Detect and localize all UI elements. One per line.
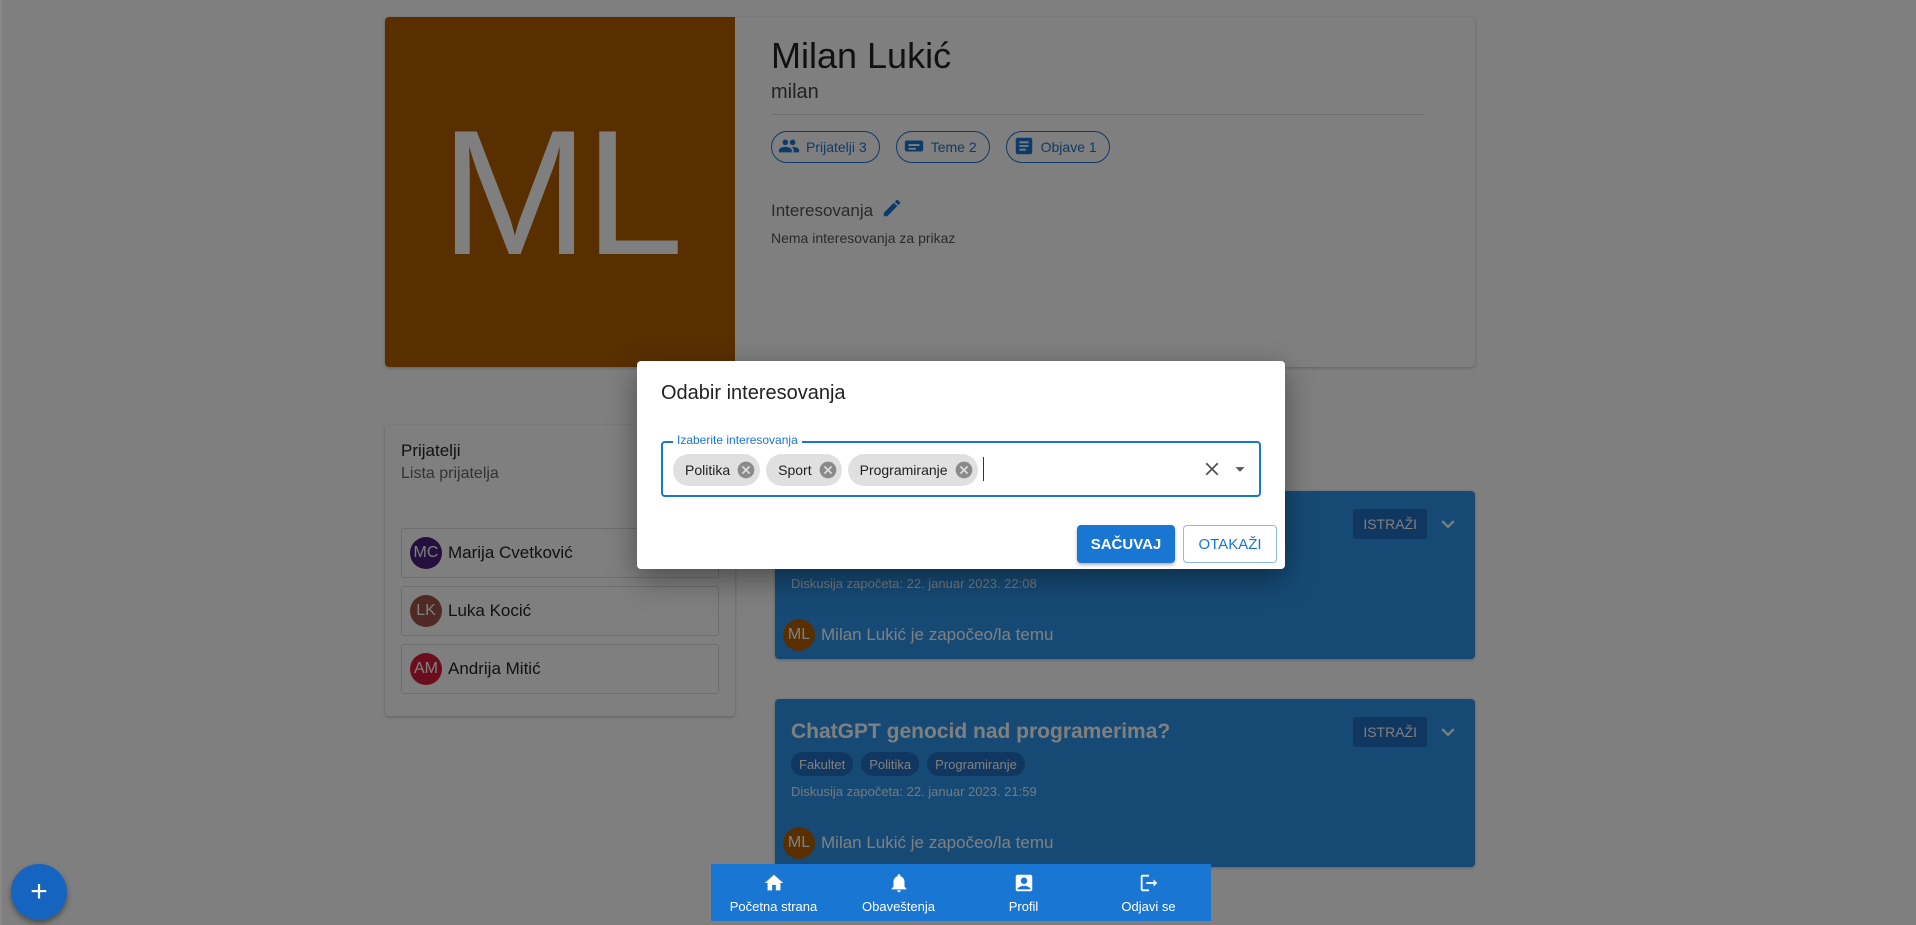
interests-autocomplete[interactable]: Izaberite interesovanja Politika Sport P… [661,433,1261,497]
chip-label: Programiranje [859,462,948,478]
plus-icon: + [30,875,48,908]
interests-input[interactable] [983,457,1183,481]
nav-notifications[interactable]: Obaveštenja [836,864,961,921]
interest-chip[interactable]: Politika [673,454,761,486]
cancel-circle-icon[interactable] [818,460,838,480]
clear-icon[interactable] [1201,458,1223,480]
window-edge [0,0,2,925]
nav-label: Profil [1008,898,1039,914]
home-icon [763,872,785,897]
dropdown-arrow-icon[interactable] [1229,458,1251,480]
dialog-title: Odabir interesovanja [661,382,846,404]
cancel-circle-icon[interactable] [736,460,756,480]
nav-label: Obaveštenja [862,898,935,914]
bottom-navigation: Početna strana Obaveštenja Profil Odjavi… [711,864,1211,921]
logout-icon [1138,872,1160,897]
add-fab-button[interactable]: + [11,864,67,920]
bell-icon [888,872,910,897]
selected-interests: Politika Sport Programiranje [673,454,978,486]
chip-label: Sport [778,462,812,478]
nav-label: Odjavi se [1121,898,1176,914]
chip-label: Politika [685,462,731,478]
nav-home[interactable]: Početna strana [711,864,836,921]
nav-logout[interactable]: Odjavi se [1086,864,1211,921]
save-button[interactable]: SAČUVAJ [1077,525,1175,563]
nav-profile[interactable]: Profil [961,864,1086,921]
interests-dialog: Odabir interesovanja Izaberite interesov… [637,361,1285,569]
profile-icon [1013,872,1035,897]
cancel-circle-icon[interactable] [954,460,974,480]
nav-label: Početna strana [729,898,818,914]
cancel-button[interactable]: OTAKAŽI [1183,525,1277,563]
interest-chip[interactable]: Programiranje [847,454,978,486]
interest-chip[interactable]: Sport [766,454,842,486]
field-label: Izaberite interesovanja [673,433,802,447]
